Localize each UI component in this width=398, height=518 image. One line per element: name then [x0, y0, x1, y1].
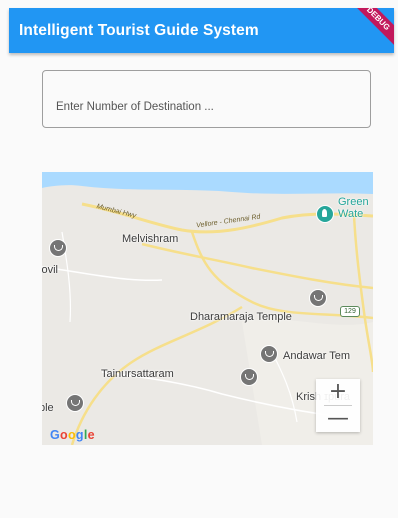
zoom-control: + —	[316, 379, 360, 432]
road-minor-1	[42, 266, 163, 282]
water-area	[42, 172, 373, 194]
google-logo: Google	[50, 428, 95, 442]
map-label-temple-left: ple	[42, 402, 54, 414]
map-label-kovil: kovil	[42, 264, 59, 276]
highway-shield: 129	[340, 306, 360, 317]
temple-icon[interactable]	[66, 394, 84, 412]
app-title: Intelligent Tourist Guide System	[19, 22, 259, 39]
zoom-in-button[interactable]: +	[316, 379, 360, 405]
temple-icon[interactable]	[309, 289, 327, 307]
destination-count-input[interactable]: Enter Number of Destination ...	[42, 70, 371, 128]
map-label-andawar-temple: Andawar Tem	[283, 350, 351, 362]
destination-count-placeholder: Enter Number of Destination ...	[56, 101, 214, 113]
map-label-dharamaraja-temple: Dharamaraja Temple	[190, 311, 292, 323]
map-label-tainursattaram: Tainursattaram	[101, 368, 174, 380]
road-east	[141, 242, 373, 290]
map-label-green-2: Wate	[338, 208, 364, 220]
map-view[interactable]: Mumbai Hwy Vellore - Chennai Rd Green Wa…	[42, 172, 373, 445]
map-label-melvishram: Melvishram	[122, 233, 179, 245]
debug-banner: DEBUG	[344, 8, 394, 53]
map-label-green-1: Green	[338, 196, 369, 208]
temple-icon[interactable]	[260, 345, 278, 363]
temple-icon[interactable]	[49, 239, 67, 257]
zoom-out-button[interactable]: —	[316, 406, 360, 432]
temple-icon[interactable]	[240, 368, 258, 386]
app-bar: Intelligent Tourist Guide System DEBUG	[9, 8, 394, 53]
park-icon[interactable]	[316, 205, 334, 223]
